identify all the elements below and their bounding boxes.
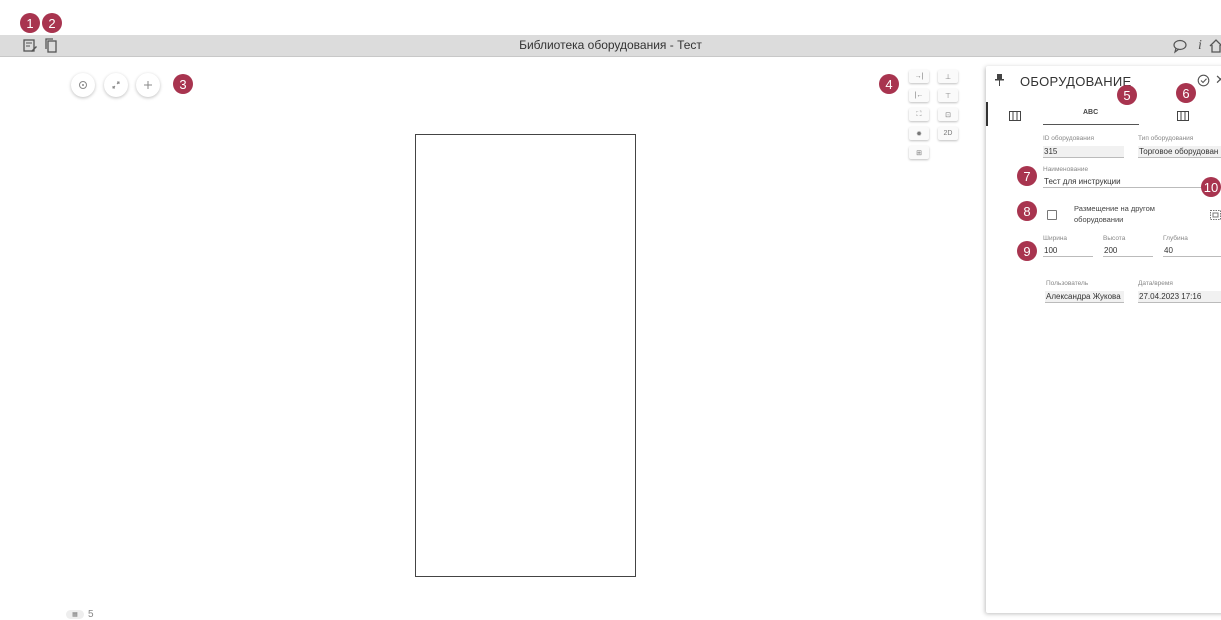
view-2d-button[interactable]: 2D xyxy=(938,127,958,140)
badge-label: 8 xyxy=(1023,203,1031,219)
chat-icon[interactable] xyxy=(1172,38,1188,54)
pin-icon[interactable] xyxy=(995,73,1004,91)
target-icon xyxy=(79,81,87,89)
expand-view-button[interactable] xyxy=(104,73,128,97)
user-label: Пользователь xyxy=(1046,280,1089,287)
focus-icon: ⊡ xyxy=(945,111,951,119)
home-icon[interactable] xyxy=(1208,38,1221,54)
tab-columns-left[interactable] xyxy=(1009,108,1021,126)
align-bottom-icon: ⊥ xyxy=(944,73,952,81)
panel-title: ОБОРУДОВАНИЕ xyxy=(1020,74,1132,89)
badge-label: 6 xyxy=(1182,85,1190,101)
align-top-button[interactable]: ⊤ xyxy=(938,89,958,102)
placement-checkbox[interactable] xyxy=(1047,210,1057,220)
tab-abc[interactable]: ABC xyxy=(1083,109,1098,116)
move-icon xyxy=(144,81,152,89)
annotation-badge-3: 3 xyxy=(173,74,193,94)
layers-icon[interactable]: ▦ xyxy=(66,610,84,619)
align-bottom-button[interactable]: ⊥ xyxy=(938,70,958,83)
annotation-badge-1: 1 xyxy=(20,13,40,33)
type-field[interactable]: Торговое оборудован xyxy=(1138,146,1221,158)
align-right-icon: →| xyxy=(914,73,924,80)
height-label: Высота xyxy=(1103,235,1126,242)
badge-label: 3 xyxy=(179,76,187,92)
page-title: Библиотека оборудования - Тест xyxy=(519,38,702,52)
select-equipment-icon[interactable] xyxy=(1210,207,1221,225)
annotation-badge-9: 9 xyxy=(1017,241,1037,261)
center-view-button[interactable] xyxy=(71,73,95,97)
tab-active-marker xyxy=(986,102,988,126)
name-label: Наименование xyxy=(1043,166,1089,173)
fit-icon: ⛶ xyxy=(916,110,922,118)
equipment-panel: ОБОРУДОВАНИЕ ✕ ABC ID оборудования 315 Т… xyxy=(986,66,1221,613)
annotation-badge-4: 4 xyxy=(879,74,899,94)
close-icon[interactable]: ✕ xyxy=(1215,72,1221,88)
move-view-button[interactable] xyxy=(136,73,160,97)
placement-label: Размещение на другом xyxy=(1074,204,1155,213)
datetime-field: 27.04.2023 17:16 xyxy=(1138,291,1221,303)
depth-field[interactable]: 40 xyxy=(1163,245,1221,257)
annotation-badge-2: 2 xyxy=(42,13,62,33)
id-field[interactable]: 315 xyxy=(1043,146,1124,158)
view-2d-label: 2D xyxy=(943,130,953,137)
focus-button[interactable]: ⊡ xyxy=(938,108,958,121)
type-label: Тип оборудования xyxy=(1138,135,1194,142)
user-field: Александра Жукова xyxy=(1045,291,1124,303)
depth-label: Глубина xyxy=(1163,235,1188,242)
badge-label: 4 xyxy=(885,76,893,92)
annotation-badge-7: 7 xyxy=(1017,166,1037,186)
annotation-badge-6: 6 xyxy=(1176,83,1196,103)
datetime-label: Дата/время xyxy=(1138,280,1173,287)
id-label: ID оборудования xyxy=(1043,135,1094,142)
expand-icon xyxy=(112,81,120,89)
align-right-button[interactable]: →| xyxy=(909,70,929,83)
height-field[interactable]: 200 xyxy=(1103,245,1153,257)
tab-columns-right[interactable] xyxy=(1177,108,1189,126)
align-left-icon: |← xyxy=(914,92,924,99)
light-bulb-icon: ✹ xyxy=(916,130,922,138)
annotation-badge-8: 8 xyxy=(1017,201,1037,221)
fit-button[interactable]: ⛶ xyxy=(909,108,929,121)
equipment-outline[interactable] xyxy=(415,134,636,577)
align-left-button[interactable]: |← xyxy=(909,89,929,102)
layer-count: 5 xyxy=(88,609,94,620)
width-label: Ширина xyxy=(1043,235,1068,242)
check-circle-icon[interactable] xyxy=(1197,74,1210,92)
badge-label: 2 xyxy=(48,15,56,31)
name-field[interactable]: Тест для инструкции xyxy=(1043,176,1221,188)
columns-icon xyxy=(1009,111,1021,121)
title-bar: Библиотека оборудования - Тест i xyxy=(0,35,1221,57)
layer-counter: ▦ 5 xyxy=(66,609,94,620)
light-button[interactable]: ✹ xyxy=(909,127,929,140)
grid-button[interactable]: ⊞ xyxy=(909,146,929,159)
info-icon[interactable]: i xyxy=(1192,38,1208,54)
width-field[interactable]: 100 xyxy=(1043,245,1093,257)
badge-label: 5 xyxy=(1123,87,1131,103)
tab-abc-underline xyxy=(1043,124,1139,125)
badge-label: 7 xyxy=(1023,168,1031,184)
annotation-badge-10: 10 xyxy=(1201,177,1221,197)
columns-icon xyxy=(1177,111,1189,121)
badge-label: 9 xyxy=(1023,243,1031,259)
badge-label: 10 xyxy=(1203,179,1219,195)
placement-label-2: оборудовании xyxy=(1074,215,1124,224)
badge-label: 1 xyxy=(26,15,34,31)
align-top-icon: ⊤ xyxy=(944,92,952,100)
annotation-badge-5: 5 xyxy=(1117,85,1137,105)
grid-icon: ⊞ xyxy=(916,149,922,157)
